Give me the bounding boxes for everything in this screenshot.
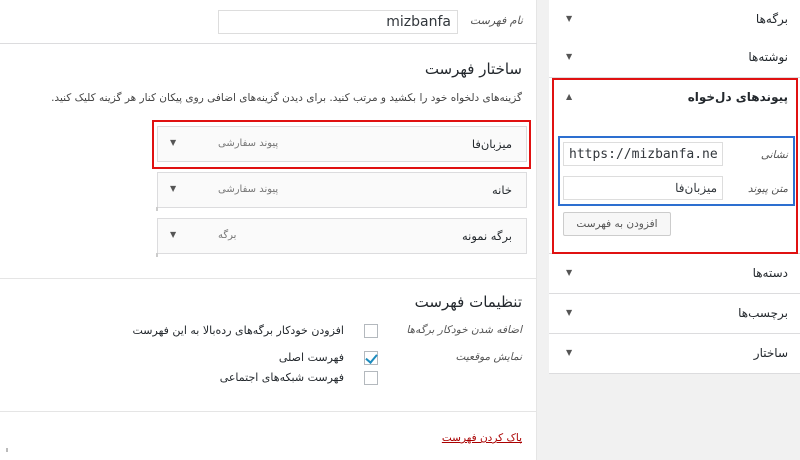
accordion-label: نوشته‌ها: [748, 50, 788, 64]
menu-item-title: خانه: [492, 183, 512, 197]
accordion-label: دسته‌ها: [752, 266, 788, 280]
accordion-posts[interactable]: نوشته‌ها ▼: [549, 38, 800, 78]
accordion-label: ساختار: [753, 346, 788, 360]
accordion-label: برچسب‌ها: [738, 306, 788, 320]
expand-arrow-icon[interactable]: ▼: [170, 230, 176, 239]
menu-structure-title: ساختار فهرست: [424, 60, 522, 78]
menu-editor-panel: نام فهرست ساختار فهرست گزینه‌های دلخواه …: [0, 0, 537, 460]
primary-menu-checkbox[interactable]: [364, 351, 378, 365]
social-menu-text: فهرست شبکه‌های اجتماعی: [219, 371, 344, 384]
chevron-down-icon: ▼: [566, 268, 573, 277]
chevron-down-icon: ▼: [566, 14, 573, 23]
primary-menu-text: فهرست اصلی: [278, 351, 344, 364]
auto-add-label: اضافه شدن خودکار برگه‌ها: [406, 324, 522, 336]
menu-item-type: پیوند سفارشی: [218, 184, 279, 195]
add-menu-items-sidebar: برگه‌ها ▼ نوشته‌ها ▼ پیوندهای دل‌خواه ▲ …: [549, 0, 800, 460]
accordion-label: برگه‌ها: [755, 12, 788, 26]
corner-mark: [6, 448, 8, 452]
resize-mark: [156, 253, 158, 257]
menu-item-home[interactable]: خانه پیوند سفارشی ▼: [156, 172, 527, 211]
menu-item-type: برگه: [218, 230, 237, 241]
section-divider: [0, 278, 537, 279]
delete-menu-link[interactable]: پاک کردن فهرست: [442, 432, 522, 444]
highlight-box-custom-links: [552, 78, 798, 254]
menu-item-title: برگه نمونه: [462, 229, 512, 243]
social-menu-checkbox[interactable]: [364, 371, 378, 385]
chevron-down-icon: ▼: [566, 308, 573, 317]
menu-name-row: نام فهرست: [0, 0, 537, 44]
chevron-down-icon: ▼: [566, 348, 573, 357]
menu-name-label: نام فهرست: [469, 14, 523, 27]
resize-mark: [156, 207, 158, 211]
accordion-format[interactable]: ساختار ▼: [549, 334, 800, 374]
accordion-categories[interactable]: دسته‌ها ▼: [549, 254, 800, 294]
highlight-box-menu-item: [152, 120, 531, 169]
auto-add-checkbox[interactable]: [364, 324, 378, 338]
accordion-pages[interactable]: برگه‌ها ▼: [549, 0, 800, 40]
menu-structure-help: گزینه‌های دلخواه خود را بکشید و مرتب کنی…: [51, 92, 522, 104]
menu-item-sample-page[interactable]: برگه نمونه برگه ▼: [156, 218, 527, 257]
display-location-label: نمایش موقعیت: [455, 351, 522, 363]
expand-arrow-icon[interactable]: ▼: [170, 184, 176, 193]
chevron-down-icon: ▼: [566, 52, 573, 61]
menu-name-input[interactable]: [218, 10, 458, 34]
auto-add-text: افزودن خودکار برگه‌های رده‌بالا به این ف…: [132, 324, 345, 337]
menu-settings-title: تنظیمات فهرست: [414, 293, 522, 311]
section-divider: [0, 411, 537, 412]
accordion-tags[interactable]: برچسب‌ها ▼: [549, 294, 800, 334]
